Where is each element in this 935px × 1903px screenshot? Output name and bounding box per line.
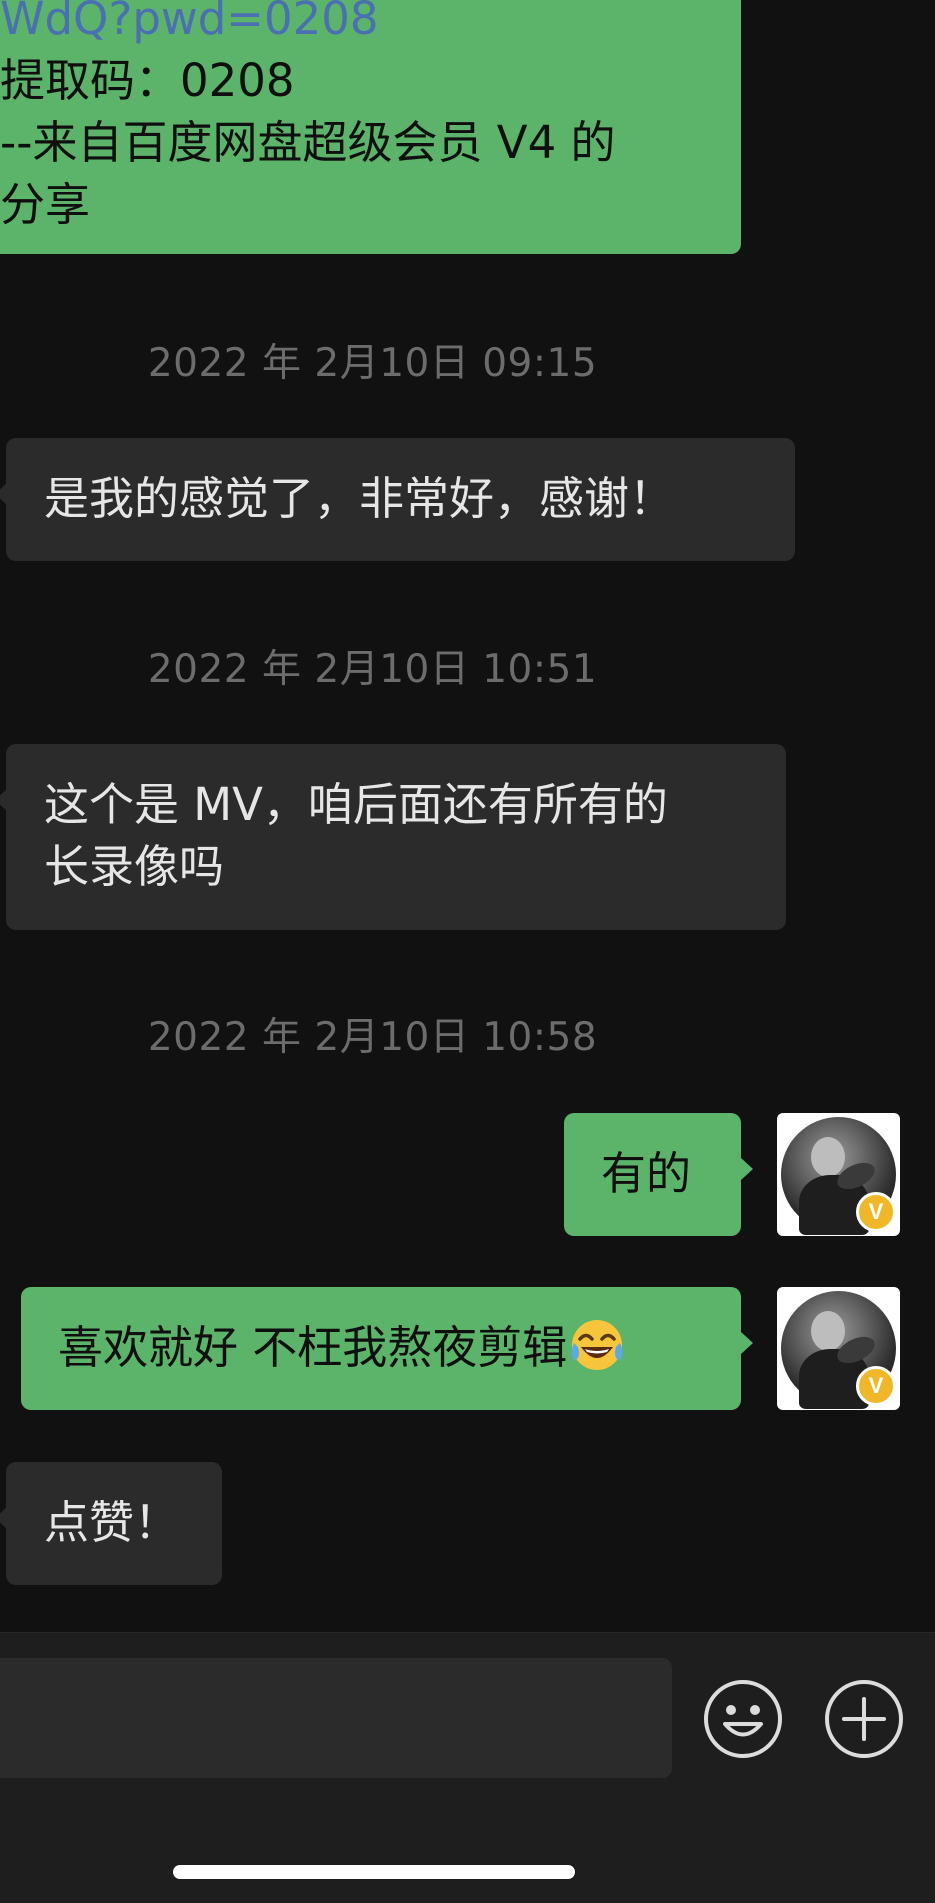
share-source-text-end: 分享 (0, 178, 91, 231)
outgoing-message[interactable]: 有的 (564, 1113, 753, 1236)
avatar[interactable]: V (777, 1113, 900, 1236)
outgoing-message[interactable]: 喜欢就好 不枉我熬夜剪辑 (21, 1287, 753, 1410)
message-text: 是我的感觉了，非常好，感谢！ (44, 472, 675, 525)
incoming-message[interactable]: 是我的感觉了，非常好，感谢！ (0, 438, 795, 561)
message-text: 喜欢就好 不枉我熬夜剪辑 (58, 1321, 568, 1374)
share-link[interactable]: WdQ?pwd=0208 (0, 0, 741, 50)
emoji-button[interactable] (703, 1679, 783, 1759)
incoming-message[interactable]: 这个是 MV，咱后面还有所有的 长录像吗 (0, 744, 786, 930)
extraction-code-text: 提取码：0208 (0, 54, 295, 107)
plus-circle-icon (825, 1680, 903, 1758)
input-bar (0, 1632, 935, 1903)
message-text-line: 这个是 MV，咱后面还有所有的 (44, 778, 668, 831)
timestamp: 2022 年 2月10日 10:58 (147, 1015, 598, 1060)
message-text: 有的 (601, 1147, 692, 1200)
avatar[interactable]: V (777, 1287, 900, 1410)
chat-area: WdQ?pwd=0208 提取码：0208 --来自百度网盘超级会员 V4 的 … (0, 0, 935, 1632)
share-link-message[interactable]: WdQ?pwd=0208 提取码：0208 --来自百度网盘超级会员 V4 的 … (0, 0, 741, 254)
verified-badge-icon: V (856, 1192, 896, 1232)
share-source-text: --来自百度网盘超级会员 V4 的 (0, 116, 616, 169)
message-text: 点赞！ (44, 1496, 180, 1549)
message-text-line: 长录像吗 (44, 840, 225, 893)
timestamp: 2022 年 2月10日 09:15 (147, 341, 598, 386)
message-input[interactable] (0, 1658, 672, 1778)
tears-of-joy-emoji-icon (572, 1320, 623, 1370)
more-button[interactable] (824, 1679, 904, 1759)
home-indicator[interactable] (173, 1865, 575, 1879)
timestamp: 2022 年 2月10日 10:51 (147, 647, 598, 692)
incoming-message[interactable]: 点赞！ (0, 1462, 222, 1585)
verified-badge-icon: V (856, 1366, 896, 1406)
smiley-face-icon (704, 1680, 782, 1758)
